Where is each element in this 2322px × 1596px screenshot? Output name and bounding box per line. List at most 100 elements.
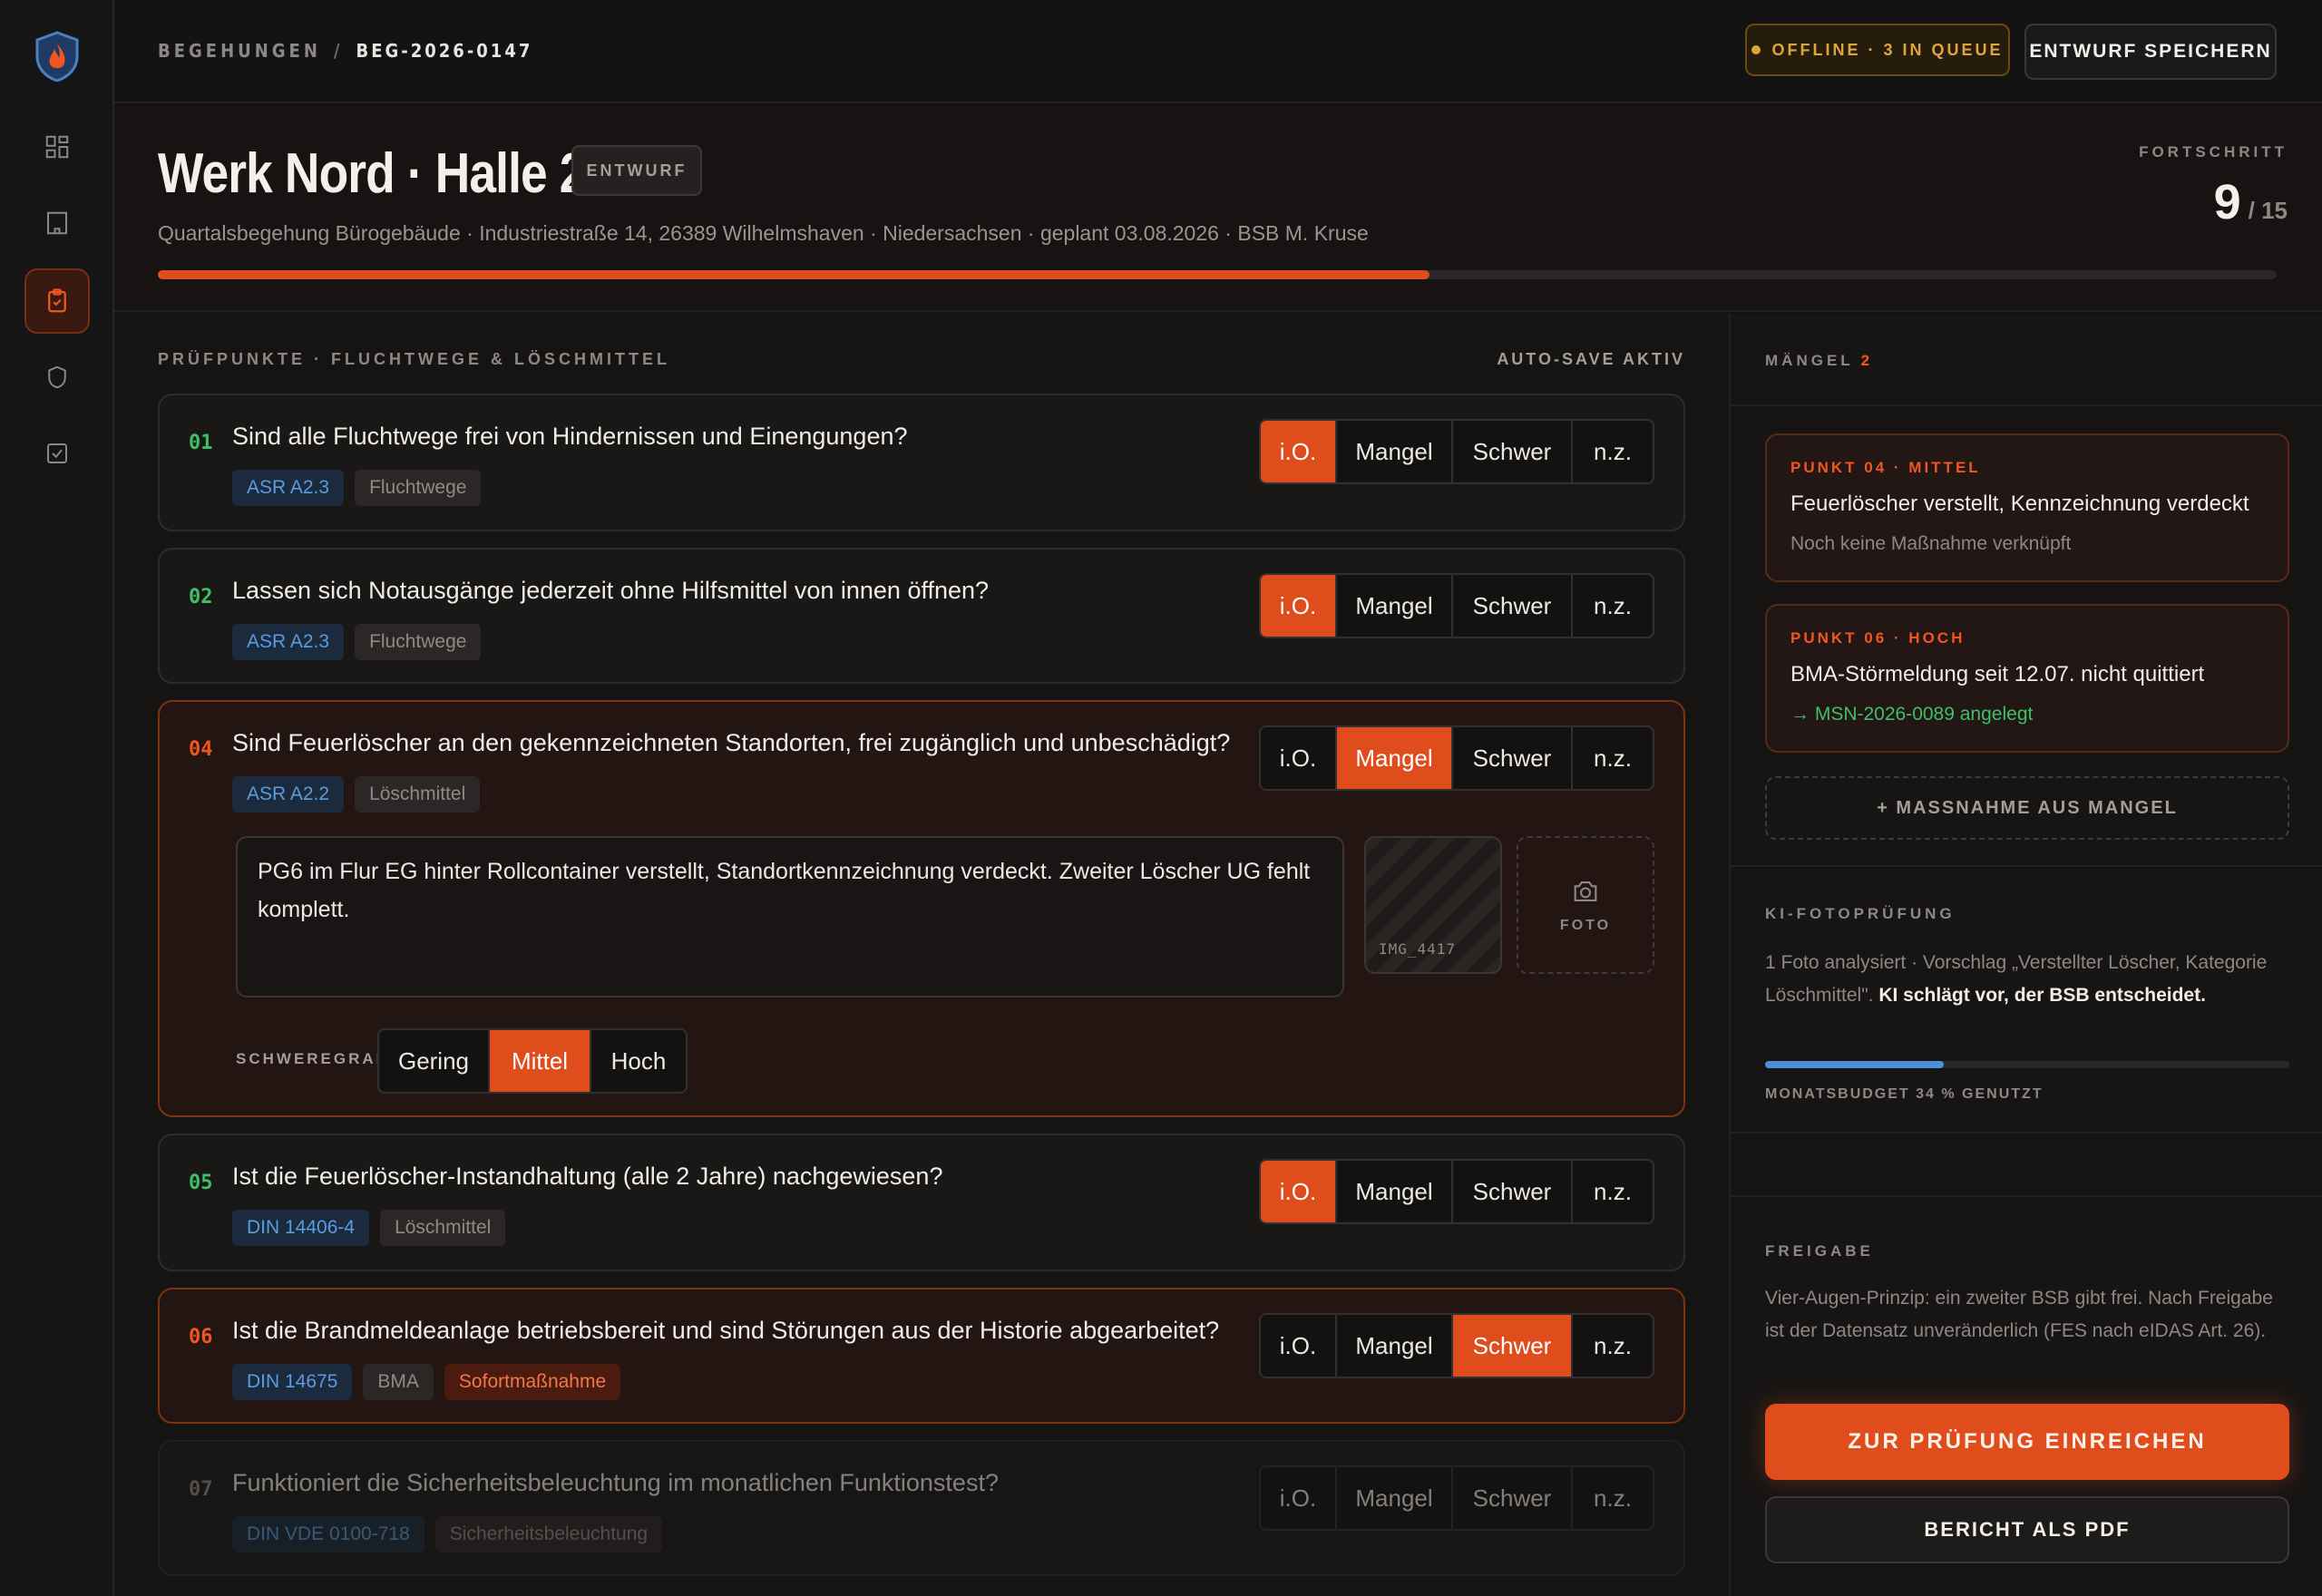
rating-ok[interactable]: i.O.	[1261, 1315, 1337, 1377]
nav-tasks[interactable]	[24, 421, 90, 486]
offline-label: OFFLINE · 3 IN QUEUE	[1771, 40, 2004, 59]
progress-label: FORTSCHRITT	[2139, 143, 2288, 161]
defects-count: 2	[1860, 352, 1874, 369]
defect-card[interactable]: PUNKT 04 · MITTEL Feuerlöscher verstellt…	[1765, 433, 2289, 582]
rating-selector: i.O. Mangel Schwer n.z.	[1259, 1465, 1654, 1531]
rating-severe[interactable]: Schwer	[1453, 421, 1573, 482]
rating-defect[interactable]: Mangel	[1337, 1315, 1453, 1377]
severity-medium[interactable]: Mittel	[490, 1030, 591, 1092]
item-question: Ist die Feuerlöscher-Instandhaltung (all…	[232, 1163, 943, 1190]
add-measure-button[interactable]: + MASSNAHME AUS MANGEL	[1765, 776, 2289, 840]
severity-selector: Gering Mittel Hoch	[377, 1028, 688, 1094]
norm-tag: DIN 14406-4	[232, 1210, 370, 1246]
rating-selector: i.O. Mangel Schwer n.z.	[1259, 419, 1654, 484]
page-header: Werk Nord · Halle 2 ENTWURF Quartalsbege…	[114, 105, 2322, 312]
side-panel: MÄNGEL 2 PUNKT 04 · MITTEL Feuerlöscher v…	[1729, 314, 2322, 1596]
check-item: 05 Ist die Feuerlöscher-Instandhaltung (…	[158, 1134, 1685, 1271]
offline-status-badge: OFFLINE · 3 IN QUEUE	[1745, 24, 2010, 76]
release-heading: FREIGABE	[1765, 1242, 1874, 1260]
defect-point: PUNKT 04 · MITTEL	[1790, 459, 1981, 476]
sidebar	[0, 0, 114, 1596]
urgent-tag: Sofortmaßnahme	[444, 1364, 621, 1400]
norm-tag: DIN VDE 0100-718	[232, 1516, 424, 1552]
grid-icon	[45, 135, 69, 159]
divider	[1731, 865, 2322, 867]
progress-total: / 15	[2248, 197, 2288, 224]
progress-bar	[158, 270, 2277, 279]
rating-ok[interactable]: i.O.	[1261, 421, 1337, 482]
rating-na[interactable]: n.z.	[1573, 575, 1653, 637]
category-tag: Sicherheitsbeleuchtung	[434, 1516, 663, 1552]
item-number: 01	[189, 432, 213, 454]
defect-card[interactable]: PUNKT 06 · HOCH BMA-Störmeldung seit 12.…	[1765, 604, 2289, 753]
clipboard-check-icon	[48, 288, 66, 313]
defect-measure-link[interactable]: → MSN-2026-0089 angelegt	[1790, 704, 2033, 725]
rating-ok[interactable]: i.O.	[1261, 1467, 1337, 1529]
defects-heading-label: MÄNGEL	[1765, 352, 1854, 369]
submit-review-button[interactable]: ZUR PRÜFUNG EINREICHEN	[1765, 1404, 2289, 1480]
category-tag: BMA	[363, 1364, 434, 1400]
category-tag: Löschmittel	[355, 776, 481, 813]
building-icon	[47, 211, 67, 235]
rating-defect[interactable]: Mangel	[1337, 727, 1453, 789]
rating-na[interactable]: n.z.	[1573, 727, 1653, 789]
severity-low[interactable]: Gering	[379, 1030, 490, 1092]
progress-count: 9 / 15	[2214, 174, 2288, 230]
norm-tag: DIN 14675	[232, 1364, 353, 1400]
photo-thumbnail[interactable]: IMG_4417	[1364, 836, 1502, 974]
breadcrumb-parent[interactable]: BEGEHUNGEN	[158, 40, 321, 62]
page-title: Werk Nord · Halle 2	[158, 142, 586, 205]
check-item: 06 Ist die Brandmeldeanlage betriebsbere…	[158, 1288, 1685, 1424]
rating-severe[interactable]: Schwer	[1453, 1467, 1573, 1529]
item-question: Ist die Brandmeldeanlage betriebsbereit …	[232, 1317, 1220, 1344]
divider	[1731, 1195, 2322, 1197]
pdf-report-button[interactable]: BERICHT ALS PDF	[1765, 1496, 2289, 1563]
rating-na[interactable]: n.z.	[1573, 1161, 1653, 1222]
nav-safety[interactable]	[24, 345, 90, 410]
check-item: 02 Lassen sich Notausgänge jederzeit ohn…	[158, 548, 1685, 684]
rating-ok[interactable]: i.O.	[1261, 575, 1337, 637]
budget-label: MONATSBUDGET 34 % GENUTZT	[1765, 1086, 2044, 1102]
add-photo-button[interactable]: FOTO	[1517, 836, 1654, 974]
rating-defect[interactable]: Mangel	[1337, 1467, 1453, 1529]
rating-selector: i.O. Mangel Schwer n.z.	[1259, 725, 1654, 791]
shield-flame-logo-icon	[35, 31, 79, 82]
rating-ok[interactable]: i.O.	[1261, 1161, 1337, 1222]
defect-note-textarea[interactable]: PG6 im Flur EG hinter Rollcontainer vers…	[236, 836, 1344, 998]
rating-selector: i.O. Mangel Schwer n.z.	[1259, 1159, 1654, 1224]
rating-na[interactable]: n.z.	[1573, 1315, 1653, 1377]
check-item: 01 Sind alle Fluchtwege frei von Hindern…	[158, 394, 1685, 531]
severity-high[interactable]: Hoch	[591, 1030, 686, 1092]
rating-ok[interactable]: i.O.	[1261, 727, 1337, 789]
norm-tag: ASR A2.3	[232, 470, 345, 506]
rating-na[interactable]: n.z.	[1573, 1467, 1653, 1529]
topbar: BEGEHUNGEN / BEG-2026-0147 OFFLINE · 3 IN …	[114, 0, 2322, 103]
rating-na[interactable]: n.z.	[1573, 421, 1653, 482]
rating-severe[interactable]: Schwer	[1453, 1315, 1573, 1377]
budget-bar-fill	[1765, 1061, 1944, 1068]
item-number: 05	[189, 1172, 213, 1194]
status-dot-icon	[1751, 45, 1761, 54]
defect-title: Feuerlöscher verstellt, Kennzeichnung ve…	[1790, 491, 2249, 516]
rating-severe[interactable]: Schwer	[1453, 575, 1573, 637]
item-number: 02	[189, 586, 213, 608]
save-draft-button[interactable]: ENTWURF SPEICHERN	[2024, 24, 2277, 80]
rating-selector: i.O. Mangel Schwer n.z.	[1259, 1313, 1654, 1378]
rating-defect[interactable]: Mangel	[1337, 421, 1453, 482]
nav-buildings[interactable]	[24, 190, 90, 256]
rating-severe[interactable]: Schwer	[1453, 1161, 1573, 1222]
ai-description: 1 Foto analysiert · Vorschlag „Verstellt…	[1765, 947, 2273, 1012]
draft-badge: ENTWURF	[571, 145, 702, 196]
camera-icon	[1574, 881, 1597, 901]
rating-severe[interactable]: Schwer	[1453, 727, 1573, 789]
nav-dashboard[interactable]	[24, 114, 90, 180]
rating-selector: i.O. Mangel Schwer n.z.	[1259, 573, 1654, 638]
item-number: 06	[189, 1326, 213, 1348]
breadcrumb-separator: /	[333, 40, 344, 62]
rating-defect[interactable]: Mangel	[1337, 575, 1453, 637]
checklist-heading: PRÜFPUNKTE · FLUCHTWEGE & LÖSCHMITTEL	[158, 350, 670, 368]
nav-inspections[interactable]	[24, 268, 90, 334]
defect-point: PUNKT 06 · HOCH	[1790, 629, 1966, 647]
rating-defect[interactable]: Mangel	[1337, 1161, 1453, 1222]
checklist-panel: PRÜFPUNKTE · FLUCHTWEGE & LÖSCHMITTEL AU…	[114, 314, 1729, 1596]
